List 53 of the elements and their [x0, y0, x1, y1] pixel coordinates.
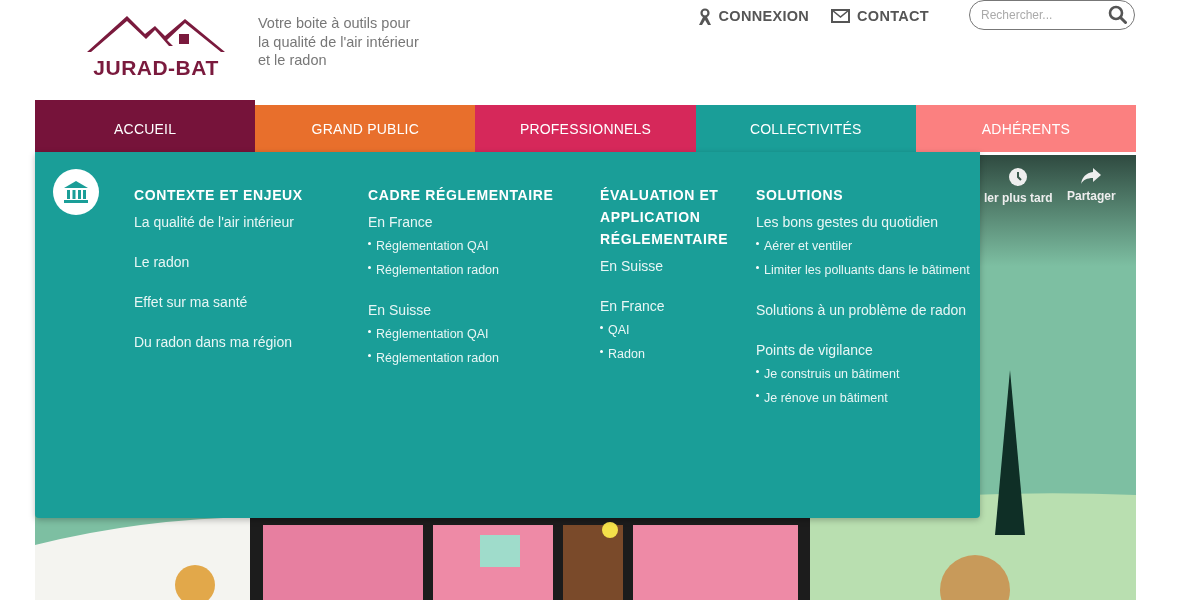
- nav-tab[interactable]: ACCUEIL: [35, 100, 256, 152]
- video-action-button[interactable]: ler plus tard: [984, 167, 1053, 205]
- submenu-link[interactable]: Aérer et ventiler: [764, 234, 853, 258]
- submenu-link[interactable]: Limiter les polluants dans le bâtiment: [764, 258, 970, 282]
- bullet-icon: [600, 350, 603, 353]
- menu-heading: CONTEXTE ET ENJEUX: [134, 186, 304, 205]
- menu-link[interactable]: Du radon dans ma région: [134, 330, 368, 354]
- video-action-button[interactable]: Partager: [1067, 167, 1116, 203]
- bullet-icon: [756, 266, 759, 269]
- top-link[interactable]: CONTACT: [831, 8, 929, 24]
- nav-tab[interactable]: COLLECTIVITÉS: [695, 105, 916, 152]
- nav-tab[interactable]: ADHÉRENTS: [915, 105, 1136, 152]
- menu-link[interactable]: Points de vigilance: [756, 338, 971, 362]
- submenu-link[interactable]: Réglementation radon: [376, 258, 499, 282]
- bullet-icon: [368, 266, 371, 269]
- menu-link[interactable]: Effet sur ma santé: [134, 290, 368, 314]
- building-icon: [53, 169, 99, 215]
- menu-heading: ÉVALUATION ET APPLICATION RÉGLEMENTAIRE: [600, 186, 730, 249]
- submenu-link[interactable]: Réglementation radon: [376, 346, 499, 370]
- submenu-link[interactable]: Réglementation QAI: [376, 234, 489, 258]
- nav-tab[interactable]: PROFESSIONNELS: [475, 105, 696, 152]
- menu-link[interactable]: Les bons gestes du quotidien: [756, 210, 971, 234]
- submenu-link[interactable]: Radon: [608, 342, 645, 366]
- clock-icon: [1008, 167, 1029, 187]
- bullet-icon: [600, 326, 603, 329]
- menu-link[interactable]: La qualité de l'air intérieur: [134, 210, 368, 234]
- menu-link[interactable]: Le radon: [134, 250, 368, 274]
- menu-link[interactable]: En Suisse: [368, 298, 600, 322]
- submenu-link[interactable]: Je construis un bâtiment: [764, 362, 900, 386]
- top-link[interactable]: CONNEXION: [697, 7, 810, 25]
- nav-tab[interactable]: GRAND PUBLIC: [255, 105, 476, 152]
- menu-heading: CADRE RÉGLEMENTAIRE: [368, 186, 555, 205]
- bullet-icon: [368, 354, 371, 357]
- search-icon[interactable]: [1108, 5, 1127, 24]
- menu-link[interactable]: En Suisse: [600, 254, 756, 278]
- mail-icon: [831, 9, 851, 23]
- submenu-link[interactable]: Réglementation QAI: [376, 322, 489, 346]
- search-field[interactable]: Rechercher...: [969, 0, 1135, 30]
- bullet-icon: [368, 330, 371, 333]
- menu-link[interactable]: En France: [368, 210, 600, 234]
- menu-link[interactable]: Solutions à un problème de radon: [756, 298, 971, 322]
- bullet-icon: [756, 242, 759, 245]
- bullet-icon: [368, 242, 371, 245]
- user-icon: [697, 7, 712, 25]
- submenu-link[interactable]: Je rénove un bâtiment: [764, 386, 888, 410]
- share-icon: [1080, 167, 1103, 185]
- bullet-icon: [756, 394, 759, 397]
- logo-text[interactable]: JURAD-BAT: [93, 56, 219, 80]
- submenu-link[interactable]: QAI: [608, 318, 630, 342]
- tagline: Votre boite à outils pour la qualité de l'air intérieur et le radon: [258, 14, 420, 70]
- bullet-icon: [756, 370, 759, 373]
- menu-heading: SOLUTIONS: [756, 186, 845, 205]
- menu-link[interactable]: En France: [600, 294, 756, 318]
